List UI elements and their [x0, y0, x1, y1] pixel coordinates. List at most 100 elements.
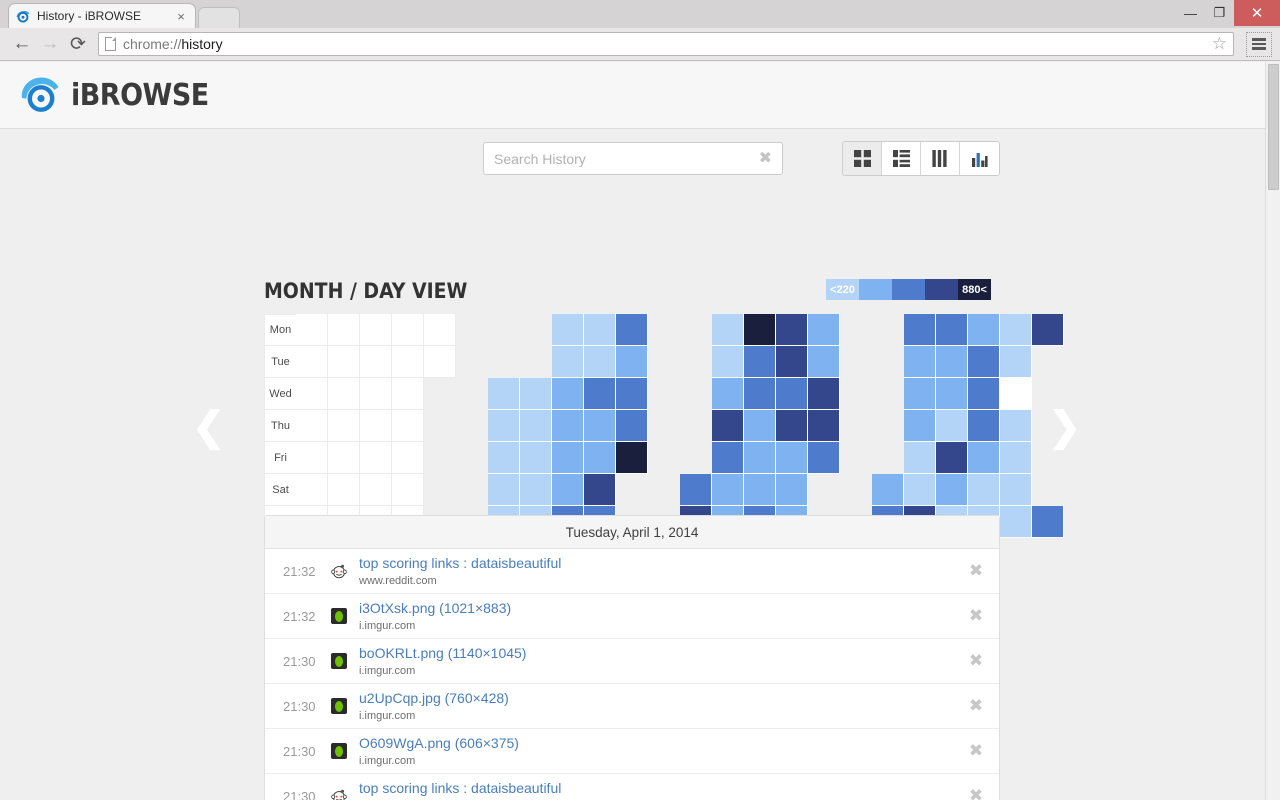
- heatmap-cell[interactable]: [584, 378, 616, 410]
- heatmap-cell[interactable]: [328, 378, 360, 410]
- heatmap-cell[interactable]: [328, 442, 360, 474]
- heatmap-cell[interactable]: [488, 378, 520, 410]
- heatmap-cell[interactable]: [968, 314, 1000, 346]
- heatmap-cell[interactable]: [776, 346, 808, 378]
- close-window-button[interactable]: ✕: [1234, 0, 1280, 26]
- heatmap-cell[interactable]: [328, 314, 360, 346]
- heatmap-cell[interactable]: [904, 442, 936, 474]
- heatmap-cell[interactable]: [584, 410, 616, 442]
- heatmap-cell[interactable]: [488, 474, 520, 506]
- bookmark-star-icon[interactable]: ☆: [1212, 34, 1227, 54]
- heatmap-cell[interactable]: [776, 474, 808, 506]
- heatmap-cell[interactable]: [904, 346, 936, 378]
- heatmap-cell[interactable]: [360, 378, 392, 410]
- heatmap-cell[interactable]: [424, 346, 456, 378]
- heatmap-cell[interactable]: [552, 442, 584, 474]
- heatmap-cell[interactable]: [296, 474, 328, 506]
- delete-entry-icon[interactable]: ✖: [953, 741, 999, 761]
- heatmap-cell[interactable]: [1032, 314, 1064, 346]
- heatmap-cell[interactable]: [328, 410, 360, 442]
- tab-close-icon[interactable]: ×: [173, 10, 189, 23]
- history-link[interactable]: O609WgA.png (606×375): [359, 735, 953, 753]
- heatmap-cell[interactable]: [360, 442, 392, 474]
- history-link[interactable]: u2UpCqp.jpg (760×428): [359, 690, 953, 708]
- history-row[interactable]: 21:32i3OtXsk.png (1021×883)i.imgur.com✖: [265, 594, 999, 639]
- heatmap-cell[interactable]: [776, 410, 808, 442]
- heatmap-cell[interactable]: [968, 378, 1000, 410]
- heatmap-cell[interactable]: [552, 314, 584, 346]
- heatmap-cell[interactable]: [776, 442, 808, 474]
- history-link[interactable]: top scoring links : dataisbeautiful: [359, 780, 953, 798]
- heatmap-cell[interactable]: [936, 378, 968, 410]
- heatmap-cell[interactable]: [520, 442, 552, 474]
- heatmap-cell[interactable]: [744, 474, 776, 506]
- heatmap-cell[interactable]: [1000, 346, 1032, 378]
- heatmap-cell[interactable]: [968, 442, 1000, 474]
- heatmap-cell[interactable]: [808, 346, 840, 378]
- history-row[interactable]: 21:30u2UpCqp.jpg (760×428)i.imgur.com✖: [265, 684, 999, 729]
- heatmap-cell[interactable]: [360, 314, 392, 346]
- delete-entry-icon[interactable]: ✖: [953, 561, 999, 581]
- heatmap-cell[interactable]: [392, 474, 424, 506]
- heatmap-cell[interactable]: [328, 346, 360, 378]
- heatmap-cell[interactable]: [552, 346, 584, 378]
- heatmap-cell[interactable]: [584, 314, 616, 346]
- heatmap-cell[interactable]: [552, 378, 584, 410]
- heatmap-cell[interactable]: [552, 474, 584, 506]
- heatmap-cell[interactable]: [808, 410, 840, 442]
- heatmap-cell[interactable]: [744, 346, 776, 378]
- heatmap-cell[interactable]: [392, 410, 424, 442]
- heatmap-cell[interactable]: [968, 346, 1000, 378]
- heatmap-cell[interactable]: [360, 346, 392, 378]
- heatmap-cell[interactable]: [1000, 506, 1032, 538]
- back-button[interactable]: ←: [8, 30, 36, 58]
- heatmap-cell[interactable]: [520, 474, 552, 506]
- heatmap-cell[interactable]: [584, 474, 616, 506]
- heatmap-cell[interactable]: [936, 442, 968, 474]
- history-row[interactable]: 21:32top scoring links : dataisbeautiful…: [265, 549, 999, 594]
- heatmap-cell[interactable]: [744, 442, 776, 474]
- heatmap-cell[interactable]: [392, 346, 424, 378]
- heatmap-cell[interactable]: [776, 314, 808, 346]
- delete-entry-icon[interactable]: ✖: [953, 606, 999, 626]
- heatmap-cell[interactable]: [584, 442, 616, 474]
- heatmap-cell[interactable]: [616, 378, 648, 410]
- reload-button[interactable]: ⟳: [64, 30, 92, 58]
- minimize-button[interactable]: —: [1176, 0, 1205, 26]
- heatmap-cell[interactable]: [552, 410, 584, 442]
- heatmap-cell[interactable]: [744, 378, 776, 410]
- delete-entry-icon[interactable]: ✖: [953, 696, 999, 716]
- heatmap-cell[interactable]: [488, 442, 520, 474]
- heatmap-cell[interactable]: [712, 378, 744, 410]
- heatmap-cell[interactable]: [808, 314, 840, 346]
- heatmap-cell[interactable]: [296, 346, 328, 378]
- heatmap-cell[interactable]: [680, 474, 712, 506]
- heatmap-cell[interactable]: [936, 410, 968, 442]
- heatmap-cell[interactable]: [808, 378, 840, 410]
- heatmap-cell[interactable]: [488, 410, 520, 442]
- prev-months-arrow[interactable]: ❮: [192, 407, 226, 447]
- heatmap-cell[interactable]: [520, 378, 552, 410]
- heatmap-cell[interactable]: [712, 442, 744, 474]
- heatmap-cell[interactable]: [904, 474, 936, 506]
- heatmap-cell[interactable]: [296, 378, 328, 410]
- history-link[interactable]: i3OtXsk.png (1021×883): [359, 600, 953, 618]
- history-link[interactable]: top scoring links : dataisbeautiful: [359, 555, 953, 573]
- heatmap-cell[interactable]: [392, 378, 424, 410]
- heatmap-cell[interactable]: [424, 314, 456, 346]
- heatmap-cell[interactable]: [392, 442, 424, 474]
- heatmap-cell[interactable]: [1000, 474, 1032, 506]
- heatmap-cell[interactable]: [744, 410, 776, 442]
- heatmap-cell[interactable]: [1000, 410, 1032, 442]
- heatmap-cell[interactable]: [360, 474, 392, 506]
- heatmap-cell[interactable]: [1032, 506, 1064, 538]
- heatmap-cell[interactable]: [1000, 378, 1032, 410]
- heatmap-cell[interactable]: [904, 410, 936, 442]
- page-scrollbar[interactable]: [1265, 62, 1280, 800]
- heatmap-cell[interactable]: [1000, 314, 1032, 346]
- browser-menu-button[interactable]: [1246, 32, 1272, 57]
- app-logo[interactable]: iBROWSE: [20, 74, 209, 116]
- heatmap-cell[interactable]: [328, 474, 360, 506]
- heatmap-cell[interactable]: [712, 474, 744, 506]
- maximize-button[interactable]: ❐: [1205, 0, 1234, 26]
